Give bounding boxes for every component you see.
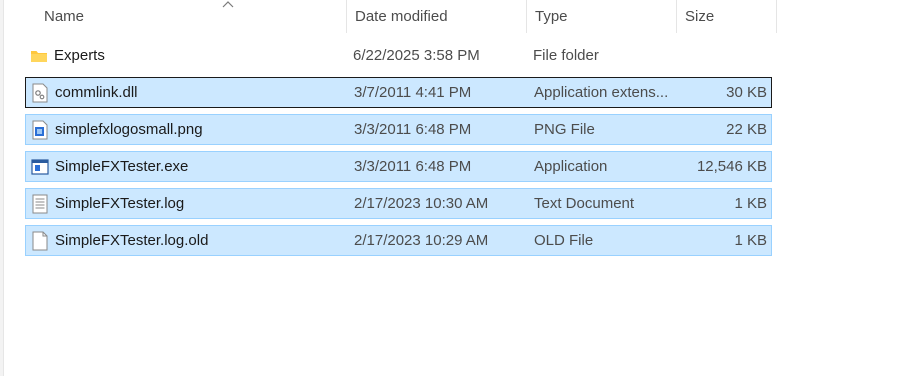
file-name: SimpleFXTester.exe xyxy=(55,158,189,175)
file-date: 2/17/2023 10:30 AM xyxy=(354,195,489,212)
file-row-experts[interactable]: Experts 6/22/2025 3:58 PM File folder xyxy=(25,41,772,72)
file-type: File folder xyxy=(533,47,599,64)
file-row-simplefxtester-exe[interactable]: SimpleFXTester.exe 3/3/2011 6:48 PM Appl… xyxy=(25,151,772,182)
column-header-name-label: Name xyxy=(44,8,85,25)
file-date: 6/22/2025 3:58 PM xyxy=(353,47,480,64)
file-row-simplefxtester-log[interactable]: SimpleFXTester.log 2/17/2023 10:30 AM Te… xyxy=(25,188,772,219)
file-name: commlink.dll xyxy=(55,84,138,101)
column-header-size-label: Size xyxy=(685,8,715,25)
file-type: PNG File xyxy=(534,121,595,138)
sort-ascending-icon xyxy=(222,1,234,8)
file-date: 3/3/2011 6:48 PM xyxy=(354,121,472,138)
navigation-pane-edge xyxy=(0,0,4,376)
file-size: 22 KB xyxy=(726,121,767,138)
image-file-icon xyxy=(32,120,48,140)
column-separator[interactable] xyxy=(776,0,777,33)
column-header-size[interactable]: Size xyxy=(677,0,777,33)
blank-file-icon xyxy=(32,231,48,251)
file-row-simplefxtester-log-old[interactable]: SimpleFXTester.log.old 2/17/2023 10:29 A… xyxy=(25,225,772,256)
column-header-date[interactable]: Date modified xyxy=(347,0,527,33)
column-header-type[interactable]: Type xyxy=(527,0,677,33)
file-date: 2/17/2023 10:29 AM xyxy=(354,232,489,249)
file-row-commlink-dll[interactable]: commlink.dll 3/7/2011 4:41 PM Applicatio… xyxy=(25,77,772,108)
file-date: 3/7/2011 4:41 PM xyxy=(354,84,472,101)
file-size xyxy=(675,41,766,70)
folder-icon xyxy=(31,51,47,62)
file-type: OLD File xyxy=(534,232,594,249)
file-date: 3/3/2011 6:48 PM xyxy=(354,158,472,175)
column-header-name[interactable]: Name xyxy=(36,0,347,33)
file-size: 1 KB xyxy=(734,195,767,212)
file-type: Application extens... xyxy=(534,84,669,101)
file-name: Experts xyxy=(54,47,105,64)
column-header-type-label: Type xyxy=(535,8,568,25)
file-size: 12,546 KB xyxy=(696,158,767,175)
file-size: 30 KB xyxy=(726,84,767,101)
file-row-simplefxlogosmall-png[interactable]: simplefxlogosmall.png 3/3/2011 6:48 PM P… xyxy=(25,114,772,145)
file-name: simplefxlogosmall.png xyxy=(55,121,203,138)
file-type: Application xyxy=(534,158,608,175)
column-header-bar: Name Date modified Type Size xyxy=(0,0,916,33)
column-header-date-label: Date modified xyxy=(355,8,448,25)
dll-file-icon xyxy=(32,83,48,103)
file-name: SimpleFXTester.log xyxy=(55,195,185,212)
file-size: 1 KB xyxy=(734,232,767,249)
exe-file-icon xyxy=(31,159,49,175)
file-name: SimpleFXTester.log.old xyxy=(55,232,209,249)
text-file-icon xyxy=(32,194,48,214)
file-type: Text Document xyxy=(534,195,635,212)
